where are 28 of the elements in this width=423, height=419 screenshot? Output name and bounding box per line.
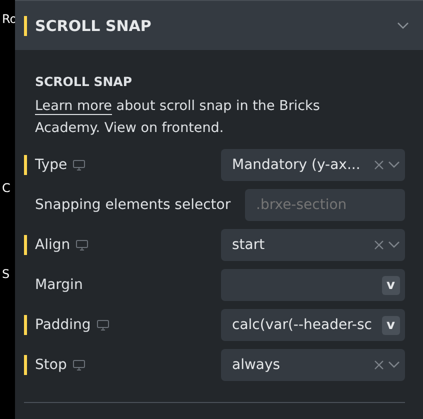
select-field[interactable]: start xyxy=(221,229,405,261)
unit-button[interactable]: v xyxy=(382,316,400,334)
field-label: Align xyxy=(35,237,70,253)
clear-icon[interactable] xyxy=(374,240,384,250)
select-field[interactable]: always xyxy=(221,349,405,381)
chevron-down-icon[interactable] xyxy=(388,161,400,169)
learn-more-link[interactable]: Learn more xyxy=(35,98,112,115)
chevron-down-icon[interactable] xyxy=(388,241,400,249)
background-text: C xyxy=(2,181,10,195)
chevron-down-icon[interactable] xyxy=(388,361,400,369)
field-label: Type xyxy=(35,157,68,173)
section-title: SCROLL SNAP xyxy=(35,16,152,34)
chevron-down-icon[interactable] xyxy=(397,22,409,30)
clear-icon[interactable] xyxy=(374,160,384,170)
input-field[interactable]: calc(var(--header-sc v xyxy=(221,309,405,341)
field-label: Stop xyxy=(35,357,67,373)
field-label: Snapping elements selector xyxy=(35,197,231,213)
unit-button[interactable]: v xyxy=(382,276,400,294)
description-text: Learn more about scroll snap in the Bricks Academy. View on frontend. xyxy=(35,97,321,138)
background-text: S xyxy=(2,267,10,281)
section-header[interactable]: SCROLL SNAP xyxy=(15,0,423,50)
field-label: Padding xyxy=(35,317,91,333)
field-label: Margin xyxy=(35,277,83,293)
content-heading: SCROLL SNAP xyxy=(35,74,134,89)
input-field[interactable]: v xyxy=(221,269,405,301)
select-field[interactable]: Mandatory (y-ax... xyxy=(221,149,405,181)
clear-icon[interactable] xyxy=(374,360,384,370)
input-field[interactable]: .brxe-section xyxy=(245,189,405,221)
